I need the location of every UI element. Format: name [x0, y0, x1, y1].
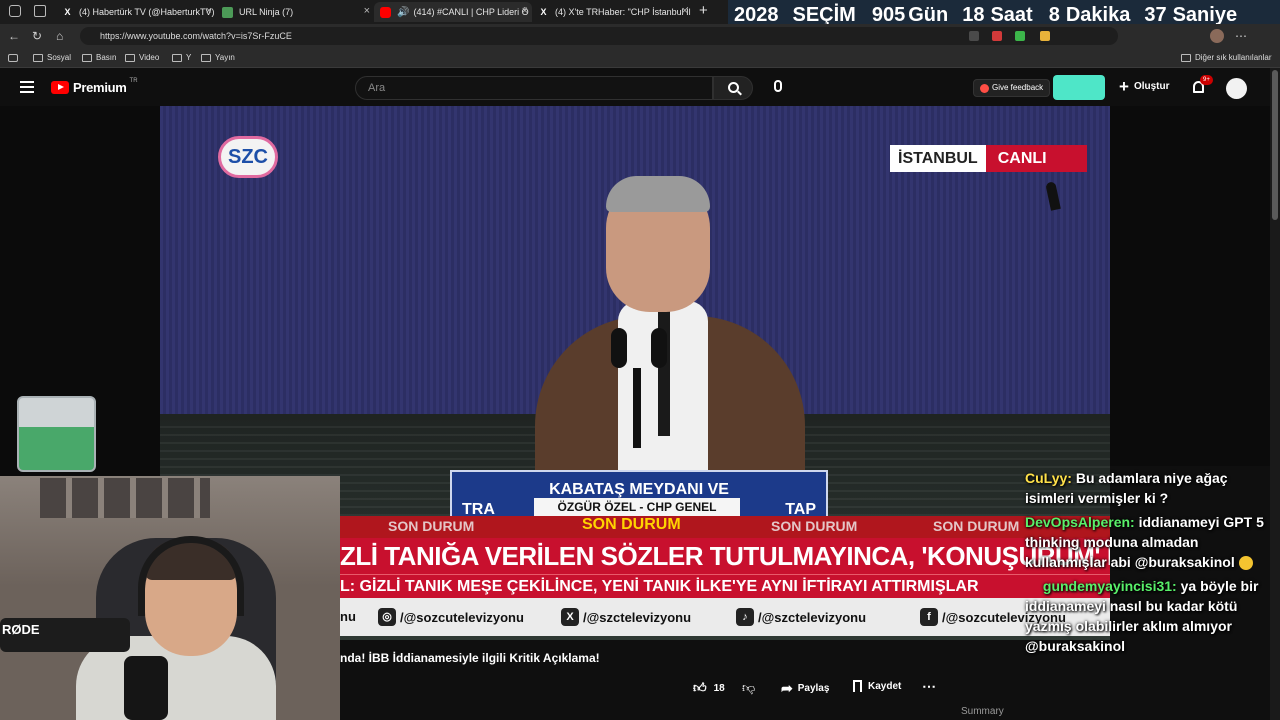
badge-icon	[1025, 581, 1037, 594]
social-handles-bar: nu ◎ /@sozcutelevizyonu X /@szctelevizyo…	[340, 598, 1110, 636]
chat-username: DevOpsAlperen:	[1025, 514, 1135, 530]
feedback-icon	[980, 83, 989, 93]
tiktok-icon: ♪	[736, 608, 754, 626]
close-tab-icon[interactable]: ×	[364, 6, 370, 17]
location-label: İSTANBUL	[890, 145, 986, 172]
speaker-name-lower-third: ÖZGÜR ÖZEL - CHP GENEL BAŞKANI	[534, 498, 740, 532]
hamburger-menu-icon[interactable]	[20, 81, 34, 93]
chat-message: gundemyayincisi31: ya böyle bir iddianam…	[1022, 576, 1280, 656]
share-icon: ➦	[781, 680, 793, 696]
chat-overlay: CuLyy: Bu adamlara niye ağaç isimleri ve…	[1022, 468, 1280, 708]
tiktok-handle: ♪ /@szctelevizyonu	[736, 608, 866, 626]
live-label: CANLI	[985, 145, 1087, 172]
chat-username: CuLyy:	[1025, 470, 1072, 486]
reload-icon[interactable]: ↻	[32, 29, 42, 43]
youtube-header: Premium TR Ara Give feedback + Oluştur 9…	[0, 68, 1270, 106]
extension-icon[interactable]	[969, 31, 979, 41]
bookmark-folder-yayin[interactable]: Yayın	[201, 53, 235, 62]
new-tab-icon[interactable]: +	[699, 2, 708, 19]
left-page-gutter	[0, 106, 160, 476]
tab-url-ninja[interactable]: URL Ninja (7) ×	[216, 2, 374, 22]
microphone-icon[interactable]	[774, 80, 782, 92]
workspaces-icon[interactable]	[9, 5, 21, 17]
search-input[interactable]: Ara	[355, 76, 713, 100]
bookmark-folder-y[interactable]: Y	[172, 53, 191, 62]
x-logo-icon: X	[540, 6, 547, 17]
extension-icon[interactable]	[1015, 31, 1025, 41]
extension-icon[interactable]	[1040, 31, 1050, 41]
instagram-handle: ◎ /@sozcutelevizyonu	[378, 608, 524, 626]
home-icon[interactable]: ⌂	[56, 29, 63, 43]
x-logo-icon: X	[64, 6, 71, 17]
give-feedback-button[interactable]: Give feedback	[973, 79, 1051, 97]
subline-ticker: L: GİZLİ TANIK MEŞE ÇEKİLİNCE, YENİ TANI…	[340, 574, 1110, 598]
other-bookmarks[interactable]: Diğer sık kullanılanlar	[1181, 53, 1271, 62]
url-ninja-icon	[222, 6, 233, 18]
bookmark-folder-basin[interactable]: Basın	[82, 53, 116, 62]
more-menu-icon[interactable]: ⋯	[1235, 29, 1247, 43]
bookmark-folder-video[interactable]: Video	[125, 53, 159, 62]
folder-icon	[82, 53, 92, 62]
dislike-button[interactable]: 👎︎	[742, 680, 755, 696]
x-handle: X /@szctelevizyonu	[561, 608, 691, 626]
folder-icon	[201, 53, 211, 62]
youtube-logo[interactable]: Premium TR	[51, 78, 138, 95]
folder-icon	[33, 53, 43, 62]
account-avatar[interactable]	[1226, 78, 1247, 99]
facebook-icon: f	[920, 608, 938, 626]
like-button[interactable]: 👍︎ 18	[693, 680, 725, 696]
channel-logo: SZC	[218, 136, 278, 178]
notification-badge: 9+	[1200, 75, 1213, 85]
son-durum-strip: SON DURUM SON DURUM SON DURUM SON DURUM	[340, 516, 1110, 538]
address-bar-row: ← ↻ ⌂ https://www.youtube.com/watch?v=is…	[0, 24, 1280, 48]
emoji-icon	[1238, 556, 1253, 571]
toggle-switch[interactable]	[1053, 75, 1105, 100]
speaker-icon[interactable]: 🔊	[397, 7, 409, 18]
tab-actions-icon[interactable]	[34, 5, 46, 17]
share-button[interactable]: ➦ Paylaş	[781, 680, 829, 697]
wall-pictures	[40, 478, 210, 518]
create-button[interactable]: + Oluştur	[1119, 77, 1170, 96]
search-button[interactable]	[713, 76, 753, 100]
location-live-badge: İSTANBUL CANLI	[890, 145, 1087, 172]
microphones	[605, 328, 675, 448]
summary-label: Summary	[961, 706, 1004, 717]
tab-x-trhaber[interactable]: X (4) X'te TRHaber: "CHP İstanbul İl ×	[532, 2, 692, 22]
bookmark-icon	[853, 680, 862, 692]
more-actions-icon[interactable]: ⋯	[922, 678, 936, 695]
folder-icon	[172, 53, 182, 62]
notifications-button[interactable]: 9+	[1191, 75, 1213, 95]
page-scrollbar[interactable]	[1270, 68, 1280, 720]
instagram-icon: ◎	[378, 608, 396, 626]
youtube-icon	[380, 6, 391, 18]
right-page-gutter	[1110, 106, 1270, 466]
back-icon[interactable]: ←	[8, 29, 20, 43]
bookmark-folder-sosyal[interactable]: Sosyal	[33, 53, 71, 62]
headline-ticker: ZLİ TANIĞA VERİLEN SÖZLER TUTULMAYINCA, …	[340, 538, 1110, 574]
chat-username: gundemyayincisi31:	[1042, 578, 1177, 594]
close-tab-icon[interactable]: ×	[682, 6, 688, 17]
chat-message: CuLyy: Bu adamlara niye ağaç isimleri ve…	[1022, 468, 1280, 508]
profile-avatar[interactable]	[1210, 29, 1224, 43]
close-tab-icon[interactable]: ×	[522, 6, 528, 17]
candy-jar-image	[17, 396, 96, 472]
save-button[interactable]: Kaydet	[853, 680, 901, 692]
plus-icon: +	[1119, 77, 1129, 96]
tab-search-icon[interactable]	[8, 54, 18, 62]
extension-icon[interactable]	[992, 31, 1002, 41]
mic-brand-label: RØDE	[2, 622, 40, 637]
youtube-play-icon	[51, 81, 69, 94]
close-tab-icon[interactable]: ×	[206, 6, 212, 17]
url-field[interactable]: https://www.youtube.com/watch?v=is7Sr-Fz…	[80, 27, 1118, 45]
bookmarks-bar: Sosyal Basın Video Y Yayın Diğer sık kul…	[0, 48, 1280, 68]
video-title: nda! İBB İddianamesiyle ilgili Kritik Aç…	[340, 651, 600, 665]
thumbs-up-icon: 👍︎	[693, 680, 707, 695]
folder-icon	[1181, 53, 1191, 62]
folder-icon	[125, 53, 135, 62]
x-logo-icon: X	[561, 608, 579, 626]
tab-haberturk[interactable]: X (4) Habertürk TV (@HaberturkTV) ×	[56, 2, 216, 22]
chat-message: DevOpsAlperen: iddianameyi GPT 5 thinkin…	[1022, 512, 1280, 572]
tab-youtube-live[interactable]: 🔊 (414) #CANLI | CHP Lideri Ö ×	[374, 2, 532, 22]
streamer-webcam: RØDE	[0, 476, 340, 720]
